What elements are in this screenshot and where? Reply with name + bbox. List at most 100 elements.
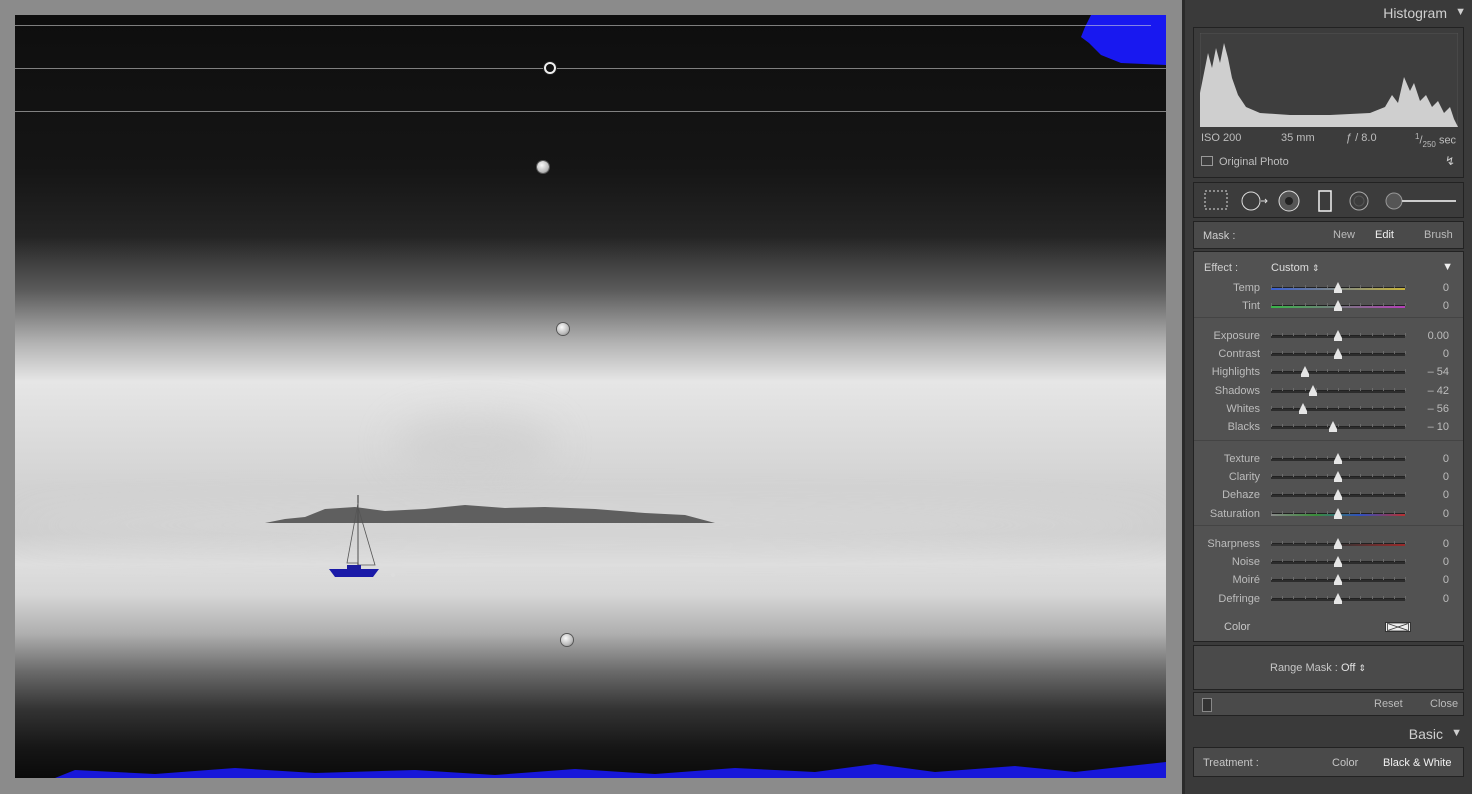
- slider-thumb[interactable]: [1334, 348, 1342, 360]
- slider-value[interactable]: 0: [1443, 282, 1449, 294]
- range-mask-row[interactable]: Range Mask : Off ⇕: [1193, 645, 1464, 690]
- slider-thumb[interactable]: [1334, 556, 1342, 568]
- slider-tick: [1360, 424, 1362, 427]
- spot-removal-icon[interactable]: [1240, 190, 1270, 212]
- panel-toggle-switch[interactable]: [1202, 698, 1212, 712]
- gradient-guide-bottom[interactable]: [15, 111, 1166, 112]
- slider-tick: [1393, 492, 1395, 496]
- slider-thumb[interactable]: [1334, 489, 1342, 501]
- slider-thumb[interactable]: [1334, 453, 1342, 464]
- slider-tick: [1271, 595, 1272, 599]
- radial-filter-icon[interactable]: [1348, 190, 1370, 212]
- slider-tick: [1393, 577, 1395, 581]
- slider-tick: [1315, 424, 1317, 427]
- filter-pin[interactable]: [537, 161, 549, 173]
- photo-image[interactable]: [15, 15, 1166, 778]
- slider-tick: [1371, 285, 1373, 288]
- filter-pin[interactable]: [557, 323, 569, 335]
- original-photo-toggle[interactable]: Original Photo: [1201, 156, 1289, 168]
- slider-tick: [1393, 351, 1395, 355]
- slider-thumb[interactable]: [1299, 402, 1308, 414]
- slider-value[interactable]: – 56: [1428, 403, 1449, 415]
- slider-thumb[interactable]: [1308, 384, 1317, 396]
- slider-thumb[interactable]: [1328, 421, 1337, 432]
- histogram-header[interactable]: Histogram ▼: [1185, 0, 1472, 26]
- slider-tick: [1304, 387, 1306, 391]
- slider-thumb[interactable]: [1334, 538, 1342, 549]
- slider-label: Moiré: [1232, 574, 1260, 587]
- checkbox-icon[interactable]: [1201, 156, 1213, 166]
- basic-header[interactable]: Basic ▼: [1185, 721, 1472, 745]
- slider-thumb[interactable]: [1334, 574, 1342, 586]
- slider-thumb[interactable]: [1300, 366, 1309, 378]
- slider-track[interactable]: [1271, 387, 1406, 393]
- treatment-color-option[interactable]: Color: [1332, 757, 1358, 769]
- slider-value[interactable]: – 42: [1428, 385, 1449, 397]
- effect-preset-select[interactable]: Custom ⇕: [1271, 262, 1320, 274]
- slider-value[interactable]: 0: [1443, 508, 1449, 520]
- slider-tick: [1371, 456, 1373, 459]
- slider-track[interactable]: [1271, 369, 1406, 375]
- slider-tick: [1405, 559, 1406, 563]
- slider-tick: [1293, 405, 1295, 409]
- collapse-triangle-icon[interactable]: ▼: [1455, 6, 1466, 18]
- red-eye-icon[interactable]: [1278, 190, 1300, 212]
- close-button[interactable]: Close: [1430, 698, 1458, 710]
- slider-value[interactable]: 0: [1443, 593, 1449, 605]
- slider-track[interactable]: [1271, 424, 1406, 429]
- gradient-guide-top[interactable]: [15, 25, 1151, 26]
- slider-thumb[interactable]: [1334, 330, 1342, 341]
- color-swatch-empty-icon[interactable]: [1385, 622, 1411, 632]
- lightning-icon[interactable]: ↯: [1445, 154, 1455, 168]
- slider-tick: [1405, 369, 1406, 373]
- slider-track[interactable]: [1271, 405, 1406, 411]
- slider-defringe: Defringe 0: [1194, 590, 1463, 608]
- slider-thumb[interactable]: [1334, 507, 1342, 519]
- treatment-bw-option[interactable]: Black & White: [1383, 757, 1451, 769]
- slider-value[interactable]: – 10: [1428, 421, 1449, 433]
- mask-new-tab[interactable]: New: [1333, 229, 1355, 241]
- reset-button[interactable]: Reset: [1374, 698, 1403, 710]
- slider-value[interactable]: 0: [1443, 574, 1449, 586]
- slider-tick: [1282, 492, 1284, 496]
- effect-collapse-icon[interactable]: ▼: [1442, 261, 1453, 273]
- slider-value[interactable]: – 54: [1428, 366, 1449, 378]
- range-mask-value[interactable]: Off ⇕: [1341, 662, 1366, 674]
- slider-tick: [1293, 369, 1295, 373]
- mask-brush-tab[interactable]: Brush: [1424, 229, 1453, 241]
- slider-tick: [1349, 333, 1351, 336]
- slider-tick: [1371, 492, 1373, 496]
- adjustment-brush-icon[interactable]: [1384, 190, 1458, 212]
- slider-sharpness: Sharpness 0: [1194, 535, 1463, 553]
- graduated-filter-pin-selected[interactable]: [546, 64, 554, 72]
- slider-value[interactable]: 0: [1443, 348, 1449, 360]
- slider-tick: [1393, 595, 1395, 599]
- slider-tick: [1371, 333, 1373, 336]
- mask-edit-tab[interactable]: Edit: [1375, 229, 1394, 241]
- slider-value[interactable]: 0: [1443, 300, 1449, 312]
- slider-value[interactable]: 0.00: [1428, 330, 1449, 342]
- slider-value[interactable]: 0: [1443, 489, 1449, 501]
- slider-tick: [1326, 492, 1328, 496]
- shutter-unit: sec: [1438, 134, 1457, 147]
- group-divider: [1194, 525, 1463, 526]
- photo-canvas[interactable]: [0, 0, 1182, 794]
- slider-thumb[interactable]: [1334, 471, 1342, 483]
- filter-pin[interactable]: [561, 634, 573, 646]
- slider-value[interactable]: 0: [1443, 538, 1449, 550]
- slider-tick: [1326, 577, 1328, 581]
- graduated-filter-icon[interactable]: [1318, 190, 1332, 212]
- slider-tick: [1282, 351, 1284, 355]
- slider-thumb[interactable]: [1334, 300, 1342, 312]
- slider-value[interactable]: 0: [1443, 556, 1449, 568]
- slider-tick: [1304, 351, 1306, 355]
- gradient-guide-center[interactable]: [15, 68, 1166, 69]
- slider-value[interactable]: 0: [1443, 471, 1449, 483]
- shutter-numerator: 1: [1415, 132, 1420, 141]
- slider-tick: [1349, 424, 1351, 427]
- slider-value[interactable]: 0: [1443, 453, 1449, 465]
- collapse-triangle-icon[interactable]: ▼: [1451, 727, 1462, 739]
- slider-thumb[interactable]: [1334, 592, 1342, 604]
- crop-overlay-icon[interactable]: [1204, 190, 1228, 210]
- slider-thumb[interactable]: [1334, 282, 1342, 293]
